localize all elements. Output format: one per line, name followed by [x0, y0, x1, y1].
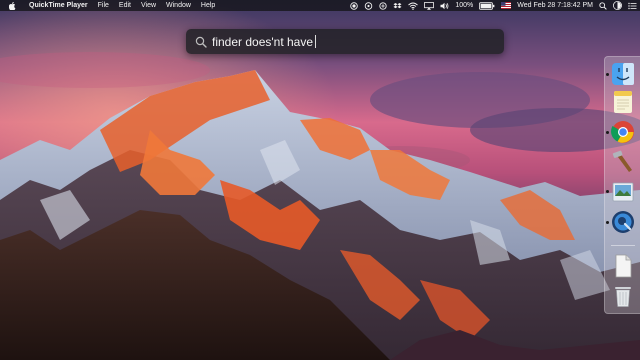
spotlight-query-text: finder does'nt have: [212, 34, 314, 49]
eye-icon[interactable]: [361, 0, 376, 11]
chrome-icon[interactable]: [610, 119, 636, 145]
menu-file[interactable]: File: [93, 0, 114, 11]
search-icon: [190, 36, 212, 48]
text-caret: [315, 35, 317, 48]
preview-running-indicator: [606, 190, 609, 193]
dock-separator: [611, 245, 635, 246]
menu-window[interactable]: Window: [161, 0, 196, 11]
notes-icon[interactable]: [610, 89, 636, 115]
preview-icon[interactable]: [610, 179, 636, 205]
airplay-icon[interactable]: [421, 0, 437, 11]
sync-icon[interactable]: [376, 0, 390, 11]
record-icon[interactable]: [347, 0, 361, 11]
desktop-wallpaper: [0, 0, 640, 360]
finder-running-indicator: [606, 73, 609, 76]
battery-icon[interactable]: [476, 0, 498, 11]
quicktime-icon[interactable]: [610, 209, 636, 235]
menu-view[interactable]: View: [136, 0, 161, 11]
menu-app-name[interactable]: QuickTime Player: [24, 0, 93, 11]
dropbox-icon[interactable]: [390, 0, 405, 11]
volume-icon[interactable]: [437, 0, 452, 11]
notification-center-icon[interactable]: [625, 0, 640, 11]
document-icon[interactable]: [610, 253, 636, 279]
menu-bar: QuickTime Player File Edit View Window H…: [0, 0, 640, 11]
datetime[interactable]: Wed Feb 28 7:18:42 PM: [514, 0, 596, 11]
wifi-icon[interactable]: [405, 0, 421, 11]
spotlight-input[interactable]: finder does'nt have: [212, 34, 317, 49]
quicktime-running-indicator: [606, 221, 609, 224]
menu-help[interactable]: Help: [196, 0, 220, 11]
status-area: 100% Wed Feb 28 7:18:42 PM: [347, 0, 640, 11]
chrome-running-indicator: [606, 131, 609, 134]
battery-percent: 100%: [455, 2, 474, 9]
flag-icon[interactable]: [498, 0, 514, 11]
spotlight-icon[interactable]: [596, 0, 610, 11]
trash-icon[interactable]: [610, 283, 636, 309]
finder-icon[interactable]: [610, 61, 636, 87]
spotlight-search-bar[interactable]: finder does'nt have: [186, 29, 504, 54]
xcode-icon[interactable]: [610, 149, 636, 175]
user-avatar-icon[interactable]: [610, 0, 625, 11]
menu-edit[interactable]: Edit: [114, 0, 136, 11]
dock: [604, 56, 640, 314]
apple-menu-icon[interactable]: [0, 1, 24, 10]
